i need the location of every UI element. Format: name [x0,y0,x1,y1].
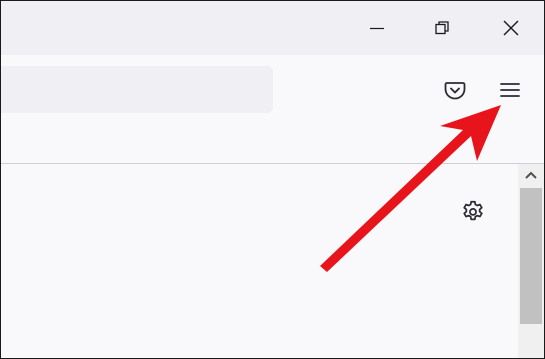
restore-button[interactable] [419,1,465,55]
close-icon [503,20,519,36]
gear-icon [463,200,483,221]
pocket-button[interactable] [439,74,471,106]
pocket-icon [444,82,466,100]
minimize-button[interactable] [354,1,400,55]
scrollbar-thumb[interactable] [520,188,542,324]
hamburger-menu-icon [500,83,520,97]
close-button[interactable] [488,1,534,55]
minimize-icon [370,27,384,30]
chevron-up-icon [525,171,537,179]
browser-window [0,0,545,359]
url-bar[interactable] [1,66,273,113]
title-bar [1,1,544,55]
navigation-toolbar [1,55,544,164]
restore-icon [435,21,449,35]
settings-button[interactable] [457,196,489,228]
page-content [1,164,544,358]
vertical-scrollbar[interactable] [518,164,544,358]
scroll-up-button[interactable] [518,164,544,186]
app-menu-button[interactable] [494,74,526,106]
